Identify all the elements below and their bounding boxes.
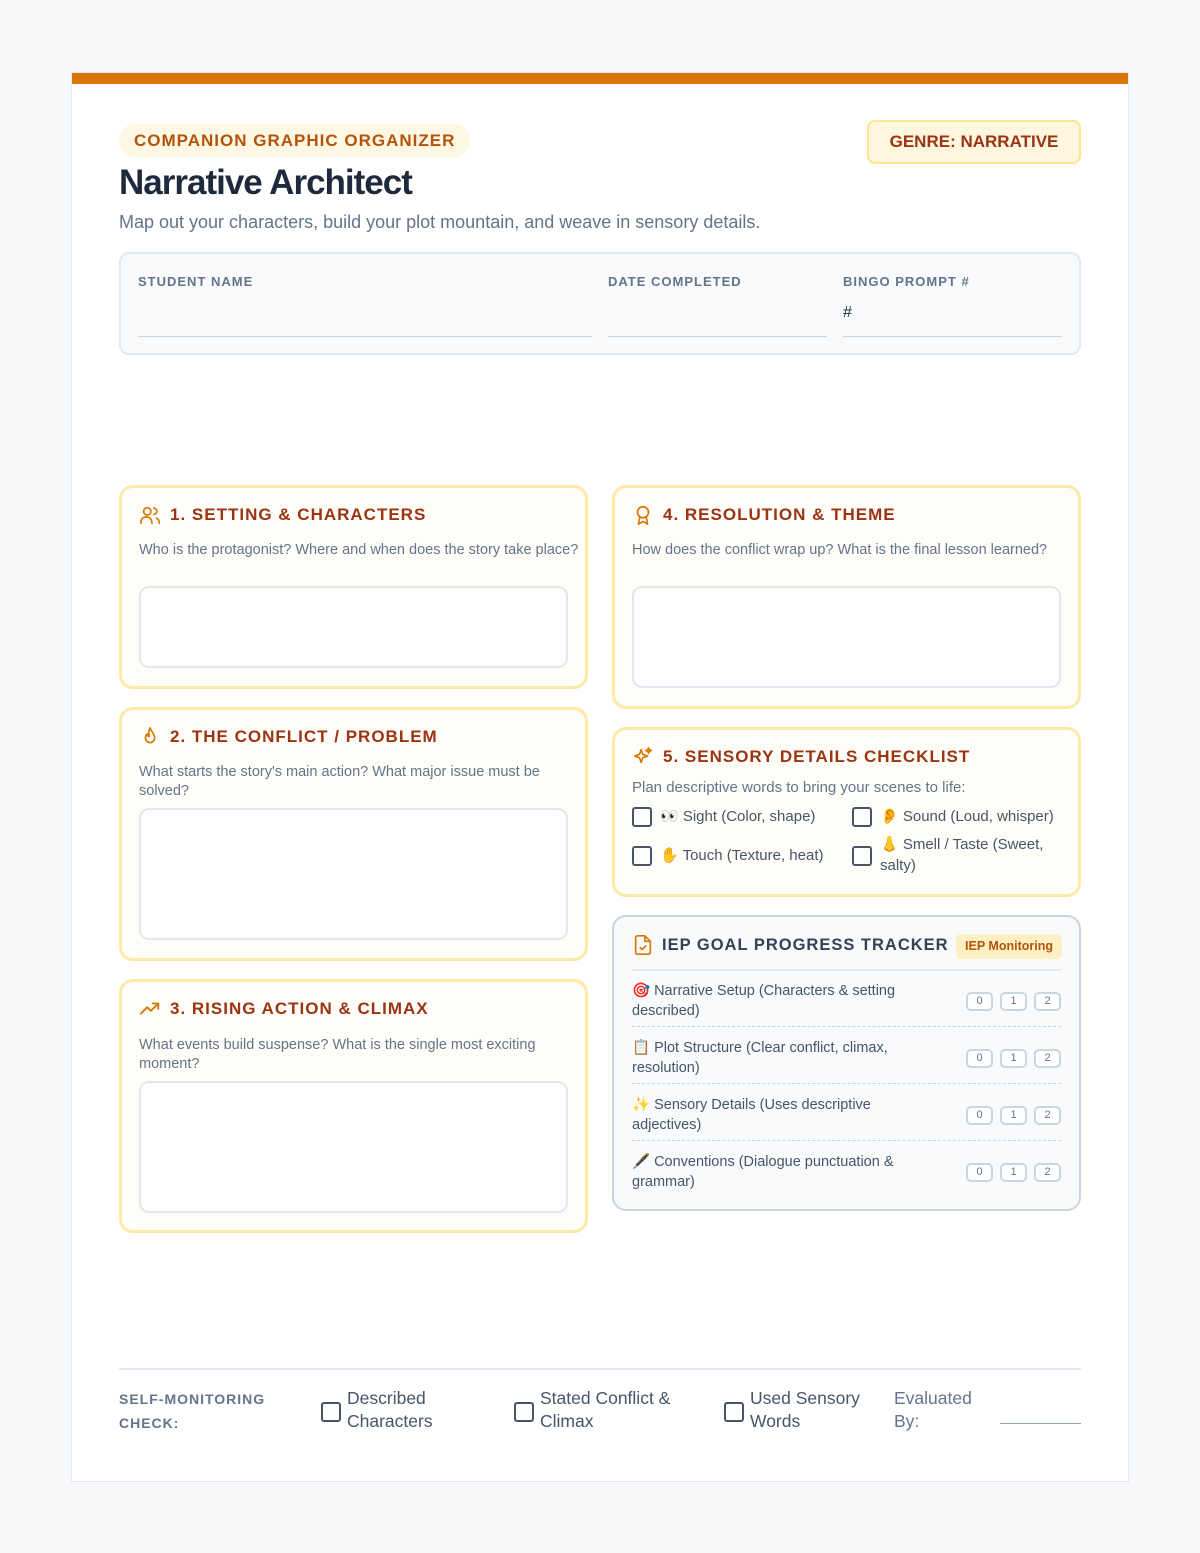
setting-title: 1. SETTING & CHARACTERS bbox=[170, 505, 427, 524]
row-divider bbox=[632, 1083, 1061, 1084]
sound-label: 👂 Sound (Loud, whisper) bbox=[880, 808, 1054, 825]
bingo-prompt-line[interactable] bbox=[843, 336, 1062, 337]
date-line[interactable] bbox=[608, 336, 827, 337]
sensory-item-touch[interactable]: ✋ Touch (Texture, heat) bbox=[632, 845, 842, 866]
score-0-button[interactable]: 0 bbox=[966, 1049, 993, 1068]
setting-question: Who is the protagonist? Where and when d… bbox=[139, 542, 579, 558]
score-2-button[interactable]: 2 bbox=[1034, 1106, 1061, 1125]
conflict-title: 2. THE CONFLICT / PROBLEM bbox=[170, 727, 438, 746]
conflict-card: 2. THE CONFLICT / PROBLEM What starts th… bbox=[119, 707, 588, 961]
check-stated-conflict[interactable]: Stated Conflict & Climax bbox=[514, 1387, 694, 1433]
page-subtitle: Map out your characters, build your plot… bbox=[119, 212, 761, 232]
eyebrow-badge: COMPANION GRAPHIC ORGANIZER bbox=[119, 124, 471, 157]
iep-goal-row: 📋 Plot Structure (Clear conflict, climax… bbox=[632, 1028, 1061, 1084]
check-described-characters[interactable]: Described Characters bbox=[321, 1387, 461, 1433]
resolution-card: 4. RESOLUTION & THEME How does the confl… bbox=[612, 485, 1081, 709]
rising-answer-box[interactable] bbox=[139, 1081, 568, 1213]
self-monitoring-label: SELF-MONITORING CHECK: bbox=[119, 1387, 265, 1435]
iep-goal-row: 🎯 Narrative Setup (Characters & setting … bbox=[632, 971, 1061, 1027]
described-characters-checkbox[interactable] bbox=[321, 1402, 341, 1422]
file-check-icon bbox=[634, 935, 652, 955]
score-1-button[interactable]: 1 bbox=[1000, 1106, 1027, 1125]
self-monitoring-label-line2: CHECK: bbox=[119, 1415, 180, 1431]
stated-conflict-checkbox[interactable] bbox=[514, 1402, 534, 1422]
accent-bar bbox=[72, 73, 1128, 84]
student-name-label: STUDENT NAME bbox=[138, 274, 254, 289]
date-label: DATE COMPLETED bbox=[608, 274, 742, 289]
bingo-prompt-field[interactable]: BINGO PROMPT # # bbox=[843, 274, 1062, 337]
sight-label: 👀 Sight (Color, shape) bbox=[660, 808, 816, 825]
sensory-question: Plan descriptive words to bring your sce… bbox=[632, 779, 966, 796]
iep-goal-row: 🖋️ Conventions (Dialogue punctuation & g… bbox=[632, 1142, 1061, 1198]
stated-conflict-label: Stated Conflict & Climax bbox=[540, 1388, 671, 1431]
student-info-panel: STUDENT NAME DATE COMPLETED BINGO PROMPT… bbox=[119, 252, 1081, 355]
goal-narrative-setup: 🎯 Narrative Setup (Characters & setting … bbox=[632, 983, 896, 1019]
score-2-button[interactable]: 2 bbox=[1034, 992, 1061, 1011]
evaluated-by-line[interactable] bbox=[1000, 1423, 1081, 1424]
goal-plot-structure: 📋 Plot Structure (Clear conflict, climax… bbox=[632, 1040, 888, 1076]
sight-checkbox[interactable] bbox=[632, 807, 652, 827]
self-monitoring-label-line1: SELF-MONITORING bbox=[119, 1391, 266, 1407]
sensory-title: 5. SENSORY DETAILS CHECKLIST bbox=[663, 747, 971, 766]
bingo-prompt-label: BINGO PROMPT # bbox=[843, 274, 970, 289]
bingo-prompt-value: # bbox=[843, 304, 852, 321]
sensory-item-sound[interactable]: 👂 Sound (Loud, whisper) bbox=[852, 806, 1072, 827]
sound-checkbox[interactable] bbox=[852, 807, 872, 827]
page-title: Narrative Architect bbox=[119, 163, 413, 202]
check-used-sensory-words[interactable]: Used Sensory Words bbox=[724, 1387, 874, 1433]
student-name-field[interactable]: STUDENT NAME bbox=[138, 274, 592, 337]
score-2-button[interactable]: 2 bbox=[1034, 1163, 1061, 1182]
iep-title: IEP GOAL PROGRESS TRACKER bbox=[662, 935, 949, 954]
score-1-button[interactable]: 1 bbox=[1000, 1049, 1027, 1068]
used-sensory-words-checkbox[interactable] bbox=[724, 1402, 744, 1422]
smell-checkbox[interactable] bbox=[852, 846, 872, 866]
resolution-answer-box[interactable] bbox=[632, 586, 1061, 688]
sensory-item-smell[interactable]: 👃 Smell / Taste (Sweet, salty) bbox=[852, 834, 1062, 876]
sensory-item-sight[interactable]: 👀 Sight (Color, shape) bbox=[632, 806, 842, 827]
score-0-button[interactable]: 0 bbox=[966, 1106, 993, 1125]
date-field[interactable]: DATE COMPLETED bbox=[608, 274, 827, 337]
footer-divider bbox=[119, 1368, 1081, 1370]
touch-checkbox[interactable] bbox=[632, 846, 652, 866]
score-1-button[interactable]: 1 bbox=[1000, 992, 1027, 1011]
score-1-button[interactable]: 1 bbox=[1000, 1163, 1027, 1182]
score-2-button[interactable]: 2 bbox=[1034, 1049, 1061, 1068]
worksheet: COMPANION GRAPHIC ORGANIZER GENRE: NARRA… bbox=[71, 72, 1129, 1482]
score-0-button[interactable]: 0 bbox=[966, 1163, 993, 1182]
sensory-card: 5. SENSORY DETAILS CHECKLIST Plan descri… bbox=[612, 727, 1081, 897]
row-divider bbox=[632, 1140, 1061, 1141]
conflict-answer-box[interactable] bbox=[139, 808, 568, 940]
score-0-button[interactable]: 0 bbox=[966, 992, 993, 1011]
users-icon bbox=[140, 506, 160, 525]
flame-icon bbox=[144, 727, 156, 744]
award-icon bbox=[636, 505, 650, 525]
setting-characters-card: 1. SETTING & CHARACTERS Who is the prota… bbox=[119, 485, 588, 689]
genre-badge: GENRE: NARRATIVE bbox=[867, 120, 1081, 164]
iep-tracker: IEP GOAL PROGRESS TRACKER IEP Monitoring… bbox=[612, 915, 1081, 1211]
resolution-question: How does the conflict wrap up? What is t… bbox=[632, 542, 1048, 558]
touch-label: ✋ Touch (Texture, heat) bbox=[660, 847, 824, 864]
row-divider bbox=[632, 1026, 1061, 1027]
student-name-line[interactable] bbox=[138, 336, 592, 337]
smell-label: 👃 Smell / Taste (Sweet, salty) bbox=[880, 836, 1044, 874]
goal-sensory-details: ✨ Sensory Details (Uses descriptive adje… bbox=[632, 1097, 871, 1133]
goal-conventions: 🖋️ Conventions (Dialogue punctuation & g… bbox=[632, 1154, 894, 1190]
rising-action-card: 3. RISING ACTION & CLIMAX What events bu… bbox=[119, 979, 588, 1233]
rising-question: What events build suspense? What is the … bbox=[139, 1037, 536, 1072]
sparkles-icon bbox=[633, 747, 653, 764]
iep-goal-row: ✨ Sensory Details (Uses descriptive adje… bbox=[632, 1085, 1061, 1141]
evaluated-by-label: Evaluated By: bbox=[894, 1388, 972, 1431]
described-characters-label: Described Characters bbox=[347, 1388, 433, 1431]
resolution-title: 4. RESOLUTION & THEME bbox=[663, 505, 896, 524]
rising-title: 3. RISING ACTION & CLIMAX bbox=[170, 999, 429, 1018]
setting-answer-box[interactable] bbox=[139, 586, 568, 668]
trending-up-icon bbox=[139, 1002, 160, 1015]
iep-badge: IEP Monitoring bbox=[956, 934, 1062, 959]
used-sensory-words-label: Used Sensory Words bbox=[750, 1388, 860, 1431]
conflict-question: What starts the story's main action? Wha… bbox=[139, 764, 540, 799]
